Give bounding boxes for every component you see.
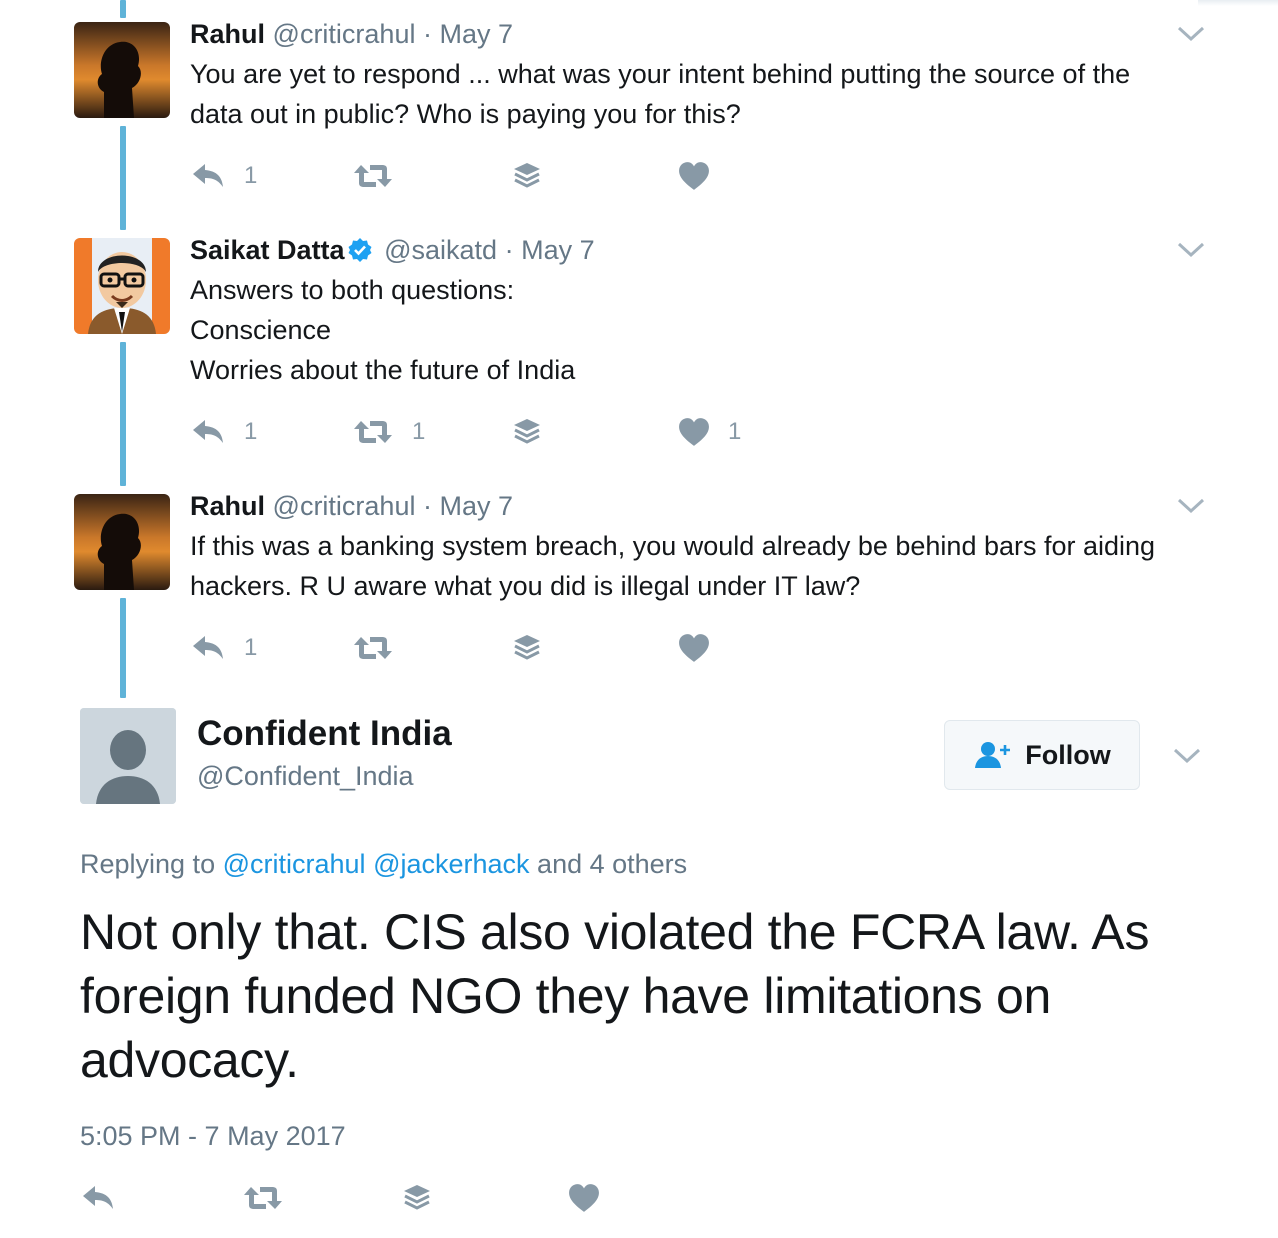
- like-button[interactable]: [678, 156, 710, 196]
- tweet-date[interactable]: May 7: [521, 235, 595, 265]
- follow-button[interactable]: Follow: [944, 720, 1140, 790]
- chevron-down-icon[interactable]: [1172, 746, 1202, 766]
- tweet-actions: 1: [190, 628, 790, 668]
- tweet-text-line: Conscience: [190, 315, 332, 345]
- tweet-text-line: data out in public? Who is paying you fo…: [190, 99, 741, 129]
- tweet-header: Saikat Datta @saikatd · May 7: [190, 232, 1200, 268]
- verified-badge-icon: [348, 238, 372, 262]
- retweet-button[interactable]: [242, 1176, 284, 1220]
- reply-button[interactable]: 1: [190, 156, 257, 196]
- reply-count: 1: [244, 418, 258, 445]
- tweet-timestamp[interactable]: 5:05 PM - 7 May 2017: [80, 1118, 346, 1154]
- tweet-text-line: Answers to both questions:: [190, 275, 515, 305]
- thread-line: [120, 598, 126, 698]
- chevron-down-icon[interactable]: [1176, 240, 1206, 260]
- buffer-button[interactable]: [512, 628, 542, 668]
- reply-button[interactable]: 1: [190, 628, 257, 668]
- username[interactable]: @criticrahul: [273, 19, 416, 49]
- heart-icon: [678, 417, 710, 447]
- retweet-icon: [352, 161, 394, 191]
- retweet-icon: [352, 633, 394, 663]
- reply-count: 1: [244, 162, 258, 189]
- separator: ·: [504, 235, 514, 265]
- replying-to: Replying to @criticrahul @jackerhack and…: [80, 846, 687, 882]
- username[interactable]: @criticrahul: [273, 491, 416, 521]
- buffer-icon: [402, 1182, 432, 1214]
- tweet-text-line: hackers. R U aware what you did is illeg…: [190, 571, 861, 601]
- thread-line: [120, 342, 126, 486]
- tweet-actions: 1 1 1: [190, 412, 790, 452]
- buffer-button[interactable]: [512, 156, 542, 196]
- heart-icon: [678, 633, 710, 663]
- retweet-icon: [352, 417, 394, 447]
- tweet-text-line: You are yet to respond ... what was your…: [190, 59, 1131, 89]
- tweet-header: Rahul @criticrahul · May 7: [190, 16, 1200, 52]
- like-button[interactable]: 1: [678, 412, 741, 452]
- username[interactable]: @saikatd: [384, 235, 497, 265]
- tweet-date[interactable]: May 7: [440, 19, 514, 49]
- reply-icon: [190, 633, 226, 663]
- avatar[interactable]: [74, 238, 170, 334]
- reply-button[interactable]: [80, 1176, 116, 1220]
- reply-icon: [190, 161, 226, 191]
- default-avatar[interactable]: [80, 708, 176, 804]
- tweet-text-line: If this was a banking system breach, you…: [190, 531, 1156, 561]
- thread-line: [120, 126, 126, 230]
- add-user-icon: [975, 742, 1011, 768]
- tweet-text-line: Worries about the future of India: [190, 355, 576, 385]
- sunset-silhouette-avatar: [74, 22, 170, 118]
- follow-label: Follow: [1025, 739, 1111, 770]
- retweet-button[interactable]: 1: [352, 412, 425, 452]
- like-count: 1: [728, 418, 742, 445]
- main-display-name[interactable]: Confident India: [197, 712, 452, 756]
- display-name[interactable]: Saikat Datta: [190, 235, 345, 265]
- avatar[interactable]: [74, 494, 170, 590]
- tweet[interactable]: Rahul @criticrahul · May 7 If this was a…: [190, 488, 1200, 606]
- buffer-button[interactable]: [402, 1176, 432, 1220]
- sunset-silhouette-avatar: [74, 494, 170, 590]
- retweet-count: 1: [412, 418, 426, 445]
- buffer-icon: [512, 632, 542, 664]
- reply-icon: [80, 1183, 116, 1213]
- thread-line: [120, 0, 126, 18]
- like-button[interactable]: [678, 628, 710, 668]
- replying-others[interactable]: and 4 others: [537, 849, 687, 879]
- avatar[interactable]: [74, 22, 170, 118]
- main-username[interactable]: @Confident_India: [197, 758, 414, 794]
- buffer-icon: [512, 416, 542, 448]
- tweet[interactable]: Rahul @criticrahul · May 7 You are yet t…: [190, 16, 1200, 134]
- retweet-button[interactable]: [352, 156, 394, 196]
- chevron-down-icon[interactable]: [1176, 496, 1206, 516]
- heart-icon: [678, 161, 710, 191]
- replying-prefix: Replying to: [80, 849, 216, 879]
- reply-count: 1: [244, 634, 258, 661]
- separator: ·: [422, 19, 432, 49]
- buffer-icon: [512, 160, 542, 192]
- tweet[interactable]: Saikat Datta @saikatd · May 7 Answers to…: [190, 232, 1200, 390]
- separator: ·: [422, 491, 432, 521]
- default-user-icon: [80, 708, 176, 804]
- buffer-button[interactable]: [512, 412, 542, 452]
- tweet-date[interactable]: May 7: [440, 491, 514, 521]
- mention-link[interactable]: @criticrahul: [223, 849, 366, 879]
- heart-icon: [568, 1183, 600, 1213]
- chevron-down-icon[interactable]: [1176, 24, 1206, 44]
- tweet-header: Rahul @criticrahul · May 7: [190, 488, 1200, 524]
- reply-button[interactable]: 1: [190, 412, 257, 452]
- retweet-icon: [242, 1183, 284, 1213]
- reply-icon: [190, 417, 226, 447]
- retweet-button[interactable]: [352, 628, 394, 668]
- cartoon-avatar: [74, 238, 170, 334]
- mention-link[interactable]: @jackerhack: [373, 849, 529, 879]
- like-button[interactable]: [568, 1176, 600, 1220]
- display-name[interactable]: Rahul: [190, 491, 265, 521]
- display-name[interactable]: Rahul: [190, 19, 265, 49]
- top-edge-shadow: [1198, 0, 1278, 6]
- main-tweet-text: Not only that. CIS also violated the FCR…: [80, 904, 1150, 1088]
- tweet-actions: 1: [190, 156, 790, 196]
- main-tweet-actions: [80, 1176, 680, 1220]
